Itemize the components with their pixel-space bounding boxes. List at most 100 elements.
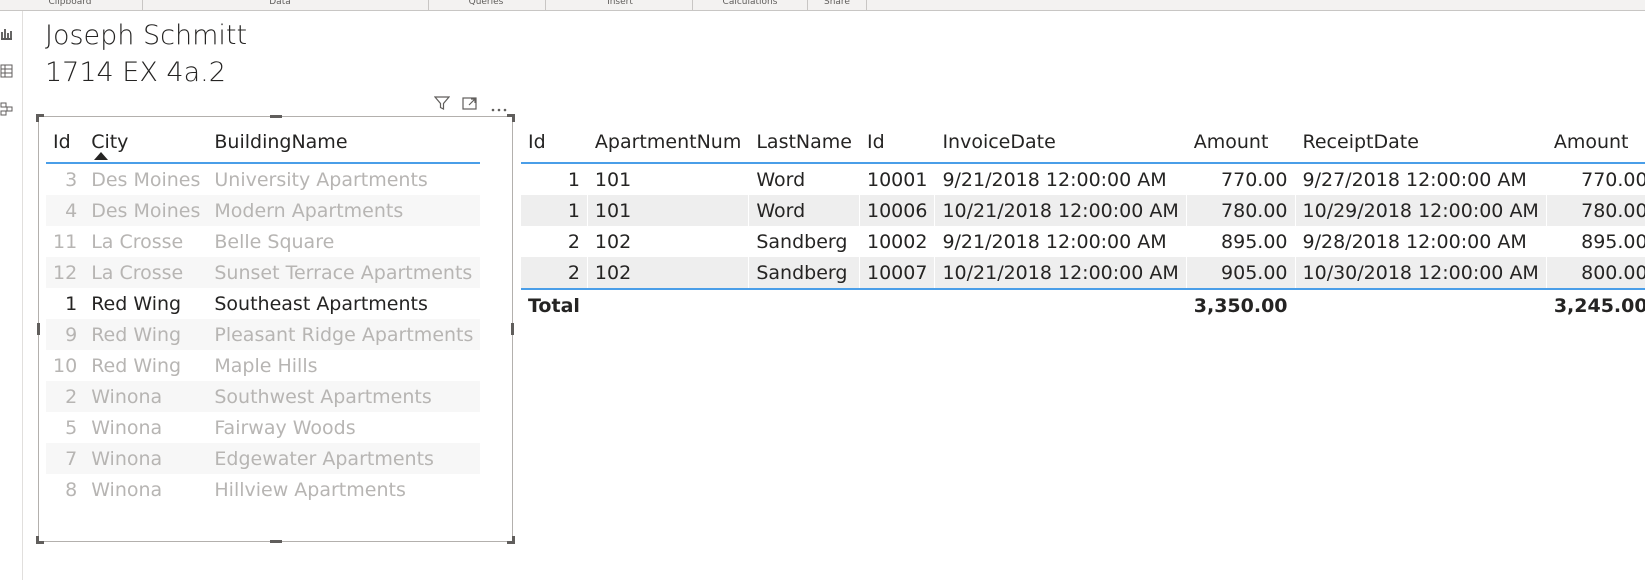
resize-handle[interactable] <box>36 536 39 544</box>
resize-handle[interactable] <box>270 540 282 543</box>
cell-invoice-id[interactable]: 10007 <box>859 257 936 290</box>
table-row[interactable]: 2 102 Sandberg 10007 10/21/2018 12:00:00 AM 9… <box>521 257 1645 290</box>
report-title-subtitle[interactable]: 1714 EX 4a.2 <box>45 57 226 88</box>
resize-handle[interactable] <box>512 536 515 544</box>
resize-handle[interactable] <box>36 114 39 122</box>
cell-lastname[interactable]: Sandberg <box>748 226 860 257</box>
cell-id[interactable]: 2 <box>46 381 85 412</box>
cell-buildingname[interactable]: Belle Square <box>207 226 480 257</box>
column-header-id[interactable]: Id <box>521 122 588 164</box>
cell-invoice-amount[interactable]: 895.00 <box>1186 226 1296 257</box>
cell-id[interactable]: 1 <box>521 195 588 226</box>
ribbon-group-calculations[interactable]: Calculations <box>715 0 785 8</box>
cell-apartmentnum[interactable]: 101 <box>587 163 750 195</box>
cell-invoice-id[interactable]: 10006 <box>859 195 936 226</box>
cell-city[interactable]: Des Moines <box>84 195 208 226</box>
column-header-receiptdate[interactable]: ReceiptDate <box>1295 122 1547 164</box>
resize-handle[interactable] <box>37 323 40 335</box>
cell-invoice-amount[interactable]: 770.00 <box>1186 163 1296 195</box>
column-header-lastname[interactable]: LastName <box>748 122 860 164</box>
cell-invoicedate[interactable]: 10/21/2018 12:00:00 AM <box>934 257 1187 290</box>
cell-buildingname[interactable]: Sunset Terrace Apartments <box>207 257 481 288</box>
column-header-invoice-id[interactable]: Id <box>859 122 936 164</box>
table-row[interactable]: 9 Red Wing Pleasant Ridge Apartments <box>46 319 481 350</box>
column-header-apartmentnum[interactable]: ApartmentNum <box>587 122 750 164</box>
ribbon-group-insert[interactable]: Insert <box>590 0 650 8</box>
cell-city[interactable]: Winona <box>84 412 207 443</box>
table-row[interactable]: 2 102 Sandberg 10002 9/21/2018 12:00:00 AM 89… <box>521 226 1645 257</box>
cell-id[interactable]: 5 <box>46 412 84 443</box>
cell-id[interactable]: 9 <box>46 319 85 350</box>
cell-receipt-amount[interactable]: 895.00 <box>1546 226 1645 257</box>
cell-buildingname[interactable]: Pleasant Ridge Apartments <box>207 319 481 350</box>
cell-invoice-amount[interactable]: 905.00 <box>1186 257 1296 290</box>
cell-id[interactable]: 7 <box>46 443 85 474</box>
ribbon-group-queries[interactable]: Queries <box>456 0 516 8</box>
column-header-receipt-amount[interactable]: Amount <box>1546 122 1645 164</box>
cell-apartmentnum[interactable]: 101 <box>587 195 750 226</box>
report-view-icon[interactable] <box>0 25 14 41</box>
cell-id[interactable]: 1 <box>46 288 84 319</box>
table-row[interactable]: 1 101 Word 10001 9/21/2018 12:00:00 AM 770.00… <box>521 163 1645 195</box>
report-title-name[interactable]: Joseph Schmitt <box>45 20 247 51</box>
cell-invoice-id[interactable]: 10002 <box>859 226 936 257</box>
table-row[interactable]: 12 La Crosse Sunset Terrace Apartments <box>46 257 481 288</box>
cell-buildingname[interactable]: Hillview Apartments <box>207 474 480 505</box>
cell-buildingname[interactable]: Edgewater Apartments <box>207 443 481 474</box>
cell-id[interactable]: 8 <box>46 474 84 505</box>
cell-receiptdate[interactable]: 9/27/2018 12:00:00 AM <box>1295 163 1547 195</box>
resize-handle[interactable] <box>511 323 514 335</box>
cell-apartmentnum[interactable]: 102 <box>587 257 750 290</box>
cell-invoicedate[interactable]: 9/21/2018 12:00:00 AM <box>934 163 1187 195</box>
cell-city[interactable]: Red Wing <box>84 319 208 350</box>
cell-receiptdate[interactable]: 10/30/2018 12:00:00 AM <box>1295 257 1547 290</box>
cell-receiptdate[interactable]: 9/28/2018 12:00:00 AM <box>1295 226 1547 257</box>
table-row[interactable]: 10 Red Wing Maple Hills <box>46 350 480 381</box>
cell-id[interactable]: 4 <box>46 195 85 226</box>
resize-handle[interactable] <box>512 114 515 122</box>
cell-apartmentnum[interactable]: 102 <box>587 226 750 257</box>
cell-receiptdate[interactable]: 10/29/2018 12:00:00 AM <box>1295 195 1547 226</box>
cell-buildingname[interactable]: Southwest Apartments <box>207 381 481 412</box>
data-view-icon[interactable] <box>0 63 14 79</box>
resize-handle[interactable] <box>270 115 282 118</box>
cell-buildingname[interactable]: University Apartments <box>207 163 480 195</box>
cell-invoice-id[interactable]: 10001 <box>859 163 936 195</box>
cell-invoicedate[interactable]: 9/21/2018 12:00:00 AM <box>934 226 1187 257</box>
cell-receipt-amount[interactable]: 780.00 <box>1546 195 1645 226</box>
table-row[interactable]: 8 Winona Hillview Apartments <box>46 474 480 505</box>
cell-buildingname[interactable]: Modern Apartments <box>207 195 481 226</box>
cell-city[interactable]: Des Moines <box>84 163 207 195</box>
column-header-invoice-amount[interactable]: Amount <box>1186 122 1296 164</box>
column-header-buildingname[interactable]: BuildingName <box>207 122 481 164</box>
table-row[interactable]: 5 Winona Fairway Woods <box>46 412 480 443</box>
cell-buildingname[interactable]: Maple Hills <box>207 350 480 381</box>
cell-city[interactable]: La Crosse <box>84 226 207 257</box>
cell-receipt-amount[interactable]: 800.00 <box>1546 257 1645 290</box>
cell-buildingname[interactable]: Fairway Woods <box>207 412 480 443</box>
cell-id[interactable]: 12 <box>46 257 85 288</box>
table-row[interactable]: 1 Red Wing Southeast Apartments <box>46 288 480 319</box>
cell-id[interactable]: 2 <box>521 257 588 290</box>
table-row[interactable]: 11 La Crosse Belle Square <box>46 226 480 257</box>
ribbon-group-share[interactable]: Share <box>820 0 854 8</box>
cell-lastname[interactable]: Word <box>748 195 860 226</box>
table-row[interactable]: 4 Des Moines Modern Apartments <box>46 195 481 226</box>
ribbon-group-data[interactable]: Data <box>250 0 310 8</box>
cell-id[interactable]: 2 <box>521 226 588 257</box>
focus-mode-icon[interactable] <box>462 95 478 115</box>
cell-id[interactable]: 10 <box>46 350 84 381</box>
cell-lastname[interactable]: Sandberg <box>748 257 860 290</box>
column-header-id[interactable]: Id <box>46 122 85 164</box>
cell-receipt-amount[interactable]: 770.00 <box>1546 163 1645 195</box>
cell-invoicedate[interactable]: 10/21/2018 12:00:00 AM <box>934 195 1187 226</box>
column-header-invoicedate[interactable]: InvoiceDate <box>934 122 1187 164</box>
cell-city[interactable]: La Crosse <box>84 257 208 288</box>
cell-city[interactable]: Winona <box>84 381 208 412</box>
table-row[interactable]: 7 Winona Edgewater Apartments <box>46 443 481 474</box>
table-row[interactable]: 1 101 Word 10006 10/21/2018 12:00:00 AM 780.0… <box>521 195 1645 226</box>
cell-invoice-amount[interactable]: 780.00 <box>1186 195 1296 226</box>
cell-city[interactable]: Winona <box>84 474 207 505</box>
filter-icon[interactable] <box>433 95 451 115</box>
table-row[interactable]: 3 Des Moines University Apartments <box>46 163 480 195</box>
